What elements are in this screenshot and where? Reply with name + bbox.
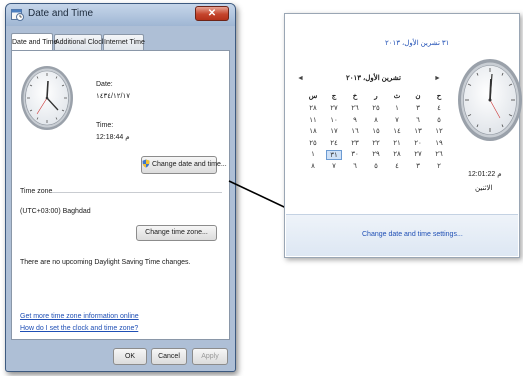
weekday-header: ر (374, 93, 378, 100)
calendar-day[interactable]: ٤ (431, 104, 447, 112)
popup-analog-clock-icon (458, 59, 522, 141)
weekday-header: خ (352, 93, 358, 100)
calendar-day[interactable]: ١٧ (326, 127, 342, 135)
weekday-header: ح (436, 93, 442, 100)
calendar-day[interactable]: ١٦ (347, 127, 363, 135)
calendar-day[interactable]: ١٣ (410, 127, 426, 135)
screenshot: Date and Time ✕ Date and Time Additional… (0, 0, 523, 376)
month-year-header[interactable]: تشرين الأول، ٢٠١٣ (346, 74, 401, 82)
calendar-day[interactable]: ٢٩ (368, 150, 384, 158)
popup-weekday: الاثنين (475, 185, 493, 192)
calendar-day[interactable]: ٢٧ (326, 104, 342, 112)
calendar-day[interactable]: ١٨ (305, 127, 321, 135)
calendar-day[interactable]: ٢٤ (326, 139, 342, 147)
calendar-day[interactable]: ٢١ (389, 139, 405, 147)
calendar-day[interactable]: ٢٠ (410, 139, 426, 147)
popup-time-value: 12:01:22 م (468, 171, 502, 178)
calendar-day[interactable]: ٢٨ (389, 150, 405, 158)
calendar-day[interactable]: ٢٥ (305, 139, 321, 147)
calendar-day[interactable]: ٥ (431, 116, 447, 124)
tab-date-and-time[interactable]: Date and Time (11, 33, 58, 50)
calendar-day[interactable]: ١٩ (431, 139, 447, 147)
calendar-day[interactable]: ٢٧ (410, 150, 426, 158)
calendar-day[interactable]: ٢٥ (368, 104, 384, 112)
popup-footer: Change date and time settings... (286, 214, 518, 256)
next-month-button[interactable]: ► (434, 75, 441, 82)
calendar-day[interactable]: ٢٢ (368, 139, 384, 147)
calendar-day[interactable]: ٣ (410, 162, 426, 170)
calendar-day[interactable]: ١١ (305, 116, 321, 124)
calendar-day[interactable]: ٧ (326, 162, 342, 170)
weekday-header: س (308, 93, 318, 100)
calendar-day[interactable]: ١ (305, 150, 321, 158)
calendar-day[interactable]: ٥ (368, 162, 384, 170)
calendar-day[interactable]: ٢٦ (347, 104, 363, 112)
calendar-day[interactable]: ٧ (389, 116, 405, 124)
calendar-day[interactable]: ١٢ (431, 127, 447, 135)
calendar-clock-popup: ٣١ تشرين الأول، ٢٠١٣ ◄ تشرين الأول، ٢٠١٣… (284, 13, 522, 258)
calendar-day[interactable]: ٩ (347, 116, 363, 124)
calendar-day[interactable]: ١٤ (389, 127, 405, 135)
calendar-day[interactable]: ٦ (410, 116, 426, 124)
calendar-day[interactable]: ٢ (431, 162, 447, 170)
calendar-day[interactable]: ٣ (410, 104, 426, 112)
calendar-day[interactable]: ٢٨ (305, 104, 321, 112)
calendar-day[interactable]: ٢٣ (347, 139, 363, 147)
prev-month-button[interactable]: ◄ (297, 75, 304, 82)
weekday-header: ث (393, 93, 401, 100)
calendar-day[interactable]: ٢٦ (431, 150, 447, 158)
calendar-day[interactable]: ١ (389, 104, 405, 112)
change-date-time-settings-link[interactable]: Change date and time settings... (362, 231, 463, 238)
calendar-day[interactable]: ١٠ (326, 116, 342, 124)
calendar-day-selected[interactable]: ٣١ (326, 150, 342, 160)
calendar-day[interactable]: ٣٠ (347, 150, 363, 158)
weekday-header: ن (415, 93, 421, 100)
long-date-link[interactable]: ٣١ تشرين الأول، ٢٠١٣ (385, 39, 449, 47)
calendar-day[interactable]: ٦ (347, 162, 363, 170)
calendar-day[interactable]: ١٥ (368, 127, 384, 135)
calendar-day[interactable]: ٨ (368, 116, 384, 124)
calendar-day[interactable]: ٤ (389, 162, 405, 170)
weekday-header: ج (331, 93, 337, 100)
calendar-day[interactable]: ٨ (305, 162, 321, 170)
